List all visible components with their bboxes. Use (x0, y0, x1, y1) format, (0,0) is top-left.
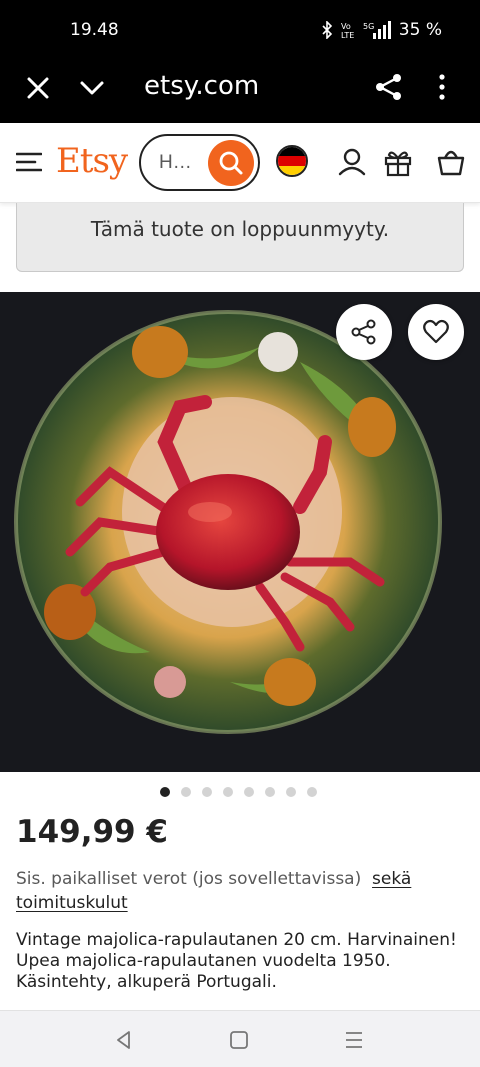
carousel-dot[interactable] (181, 787, 191, 797)
status-bar: 19.48 Vo LTE 5G 35 % (0, 0, 480, 60)
menu-icon[interactable] (16, 151, 42, 173)
battery-percent: 35 % (398, 20, 442, 40)
chevron-down-icon[interactable] (78, 74, 106, 102)
carousel-dot[interactable] (202, 787, 212, 797)
volte-icon: VoLTE (341, 22, 354, 39)
system-navigation-bar (0, 1010, 480, 1067)
more-options-icon[interactable] (432, 72, 452, 102)
favorite-button[interactable] (408, 304, 464, 360)
sold-out-banner: Tämä tuote on loppuunmyyty. (16, 203, 464, 272)
carousel-dot[interactable] (244, 787, 254, 797)
site-header: Etsy H… (0, 123, 480, 203)
germany-flag-icon[interactable] (276, 145, 308, 177)
carousel-dot[interactable] (160, 787, 170, 797)
sold-out-text: Tämä tuote on loppuunmyyty. (90, 217, 390, 241)
gift-icon[interactable] (383, 147, 413, 177)
etsy-logo[interactable]: Etsy (56, 141, 128, 181)
back-icon[interactable] (113, 1029, 135, 1051)
carousel-dot[interactable] (265, 787, 275, 797)
tax-info: Sis. paikalliset verot (jos sovellettavi… (16, 867, 436, 915)
browser-toolbar: etsy.com (0, 60, 480, 123)
share-image-button[interactable] (336, 304, 392, 360)
search-icon (219, 151, 243, 175)
description-line: Vintage majolica-rapulautanen 20 cm. Har… (16, 930, 457, 950)
svg-text:LTE: LTE (341, 31, 354, 39)
description-line: Käsintehty, alkuperä Portugali. (16, 972, 277, 992)
heart-icon (423, 319, 449, 344)
cart-icon[interactable] (436, 147, 466, 177)
carousel-indicator (160, 787, 317, 797)
search-input[interactable]: H… (159, 152, 192, 174)
crab-plate-image (0, 292, 480, 772)
product-price: 149,99 € (16, 814, 168, 850)
share-icon[interactable] (374, 72, 404, 102)
account-icon[interactable] (337, 147, 367, 177)
carousel-dot[interactable] (223, 787, 233, 797)
status-time: 19.48 (70, 20, 119, 40)
carousel-dot[interactable] (286, 787, 296, 797)
product-description: Vintage majolica-rapulautanen 20 cm. Har… (16, 930, 466, 993)
bluetooth-icon (322, 21, 332, 39)
status-icons: Vo LTE 5G 35 % (321, 20, 442, 40)
carousel-dot[interactable] (307, 787, 317, 797)
signal-5g-icon: 5G (363, 21, 391, 39)
tax-text: Sis. paikalliset verot (jos sovellettavi… (16, 869, 362, 889)
url-text[interactable]: etsy.com (144, 71, 259, 101)
close-icon[interactable] (24, 74, 52, 102)
description-line: Upea majolica-rapulautanen vuodelta 1950… (16, 951, 391, 971)
svg-text:Vo: Vo (341, 22, 351, 31)
search-button[interactable] (208, 140, 254, 186)
product-image[interactable] (0, 292, 480, 772)
share-icon (351, 319, 376, 345)
svg-text:5G: 5G (363, 22, 374, 31)
search-box[interactable]: H… (139, 134, 260, 191)
recent-apps-icon[interactable] (343, 1029, 365, 1051)
home-icon[interactable] (228, 1029, 250, 1051)
